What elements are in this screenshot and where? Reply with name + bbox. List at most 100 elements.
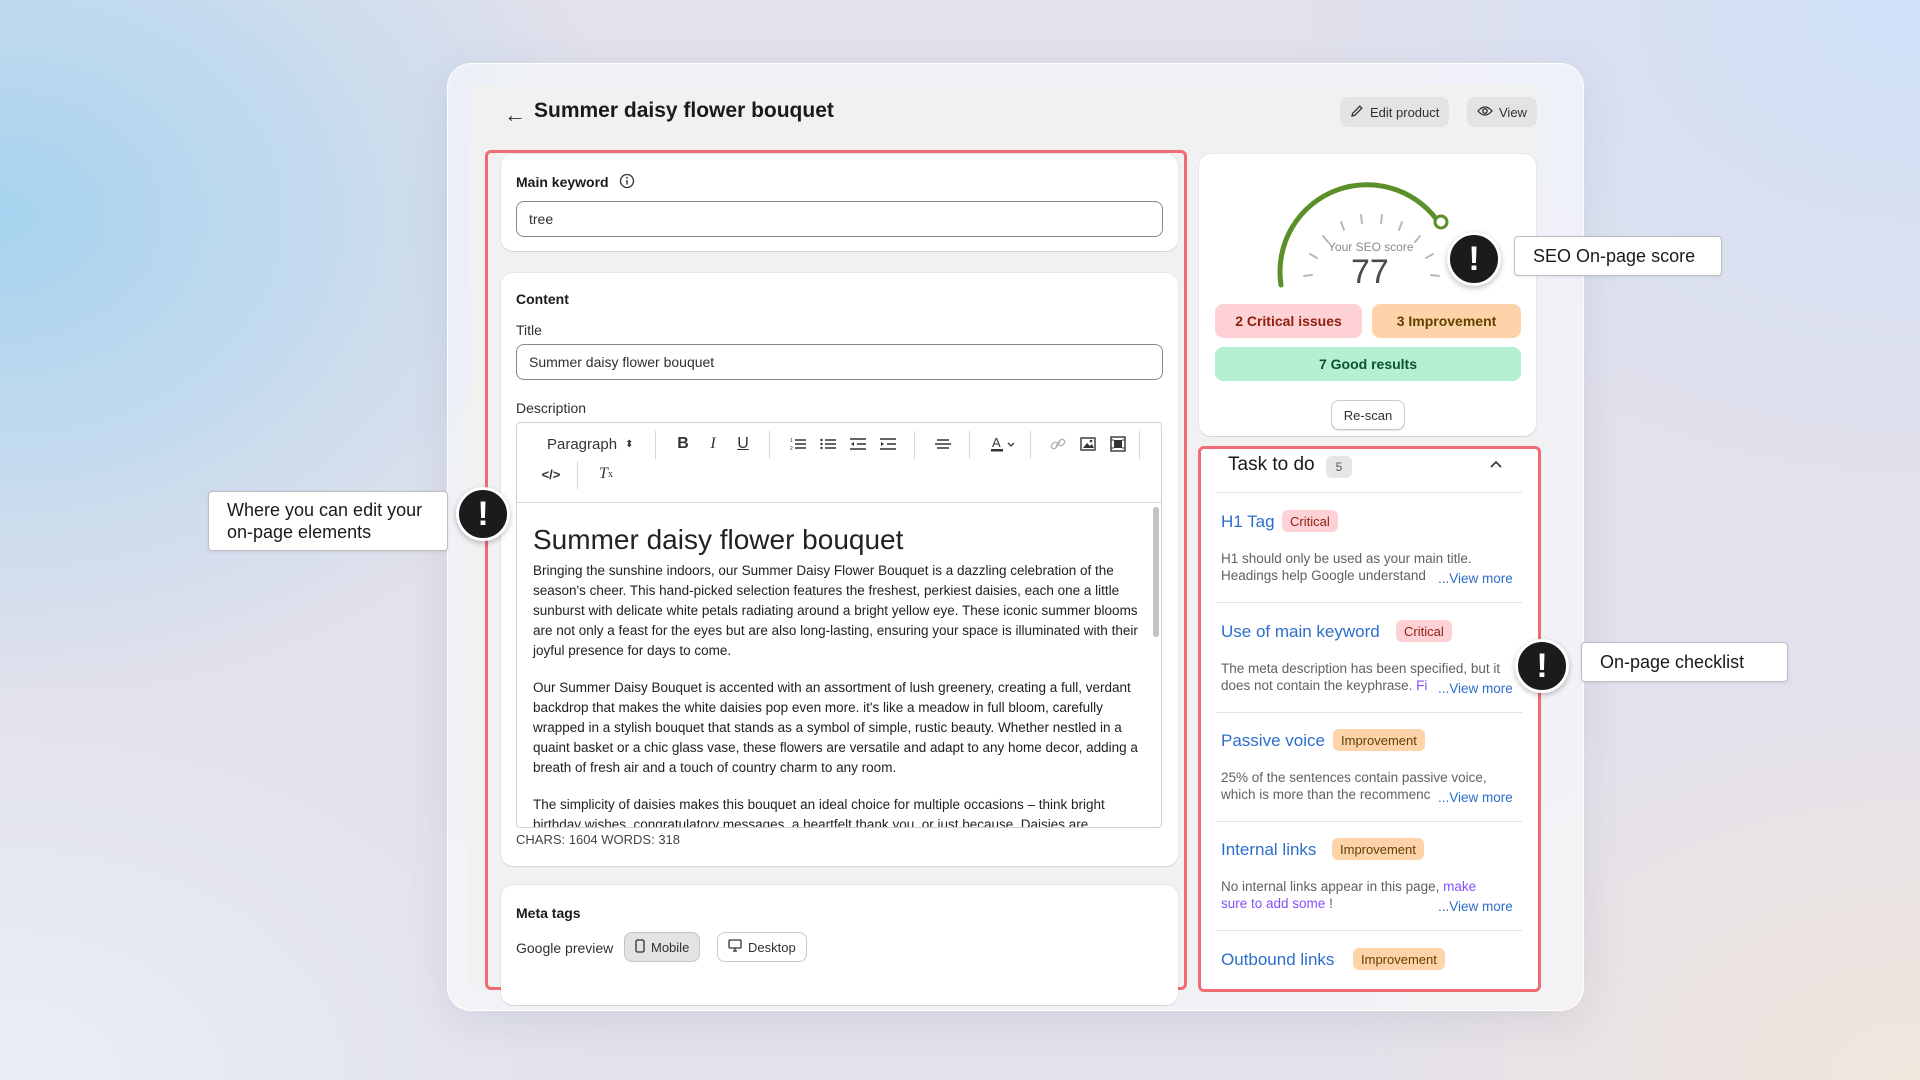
pencil-icon — [1350, 104, 1364, 121]
view-more-link[interactable]: ...View more — [1436, 899, 1513, 914]
improvement-badge: Improvement — [1332, 838, 1424, 860]
toolbar-divider — [655, 431, 656, 459]
rescan-button[interactable]: Re-scan — [1331, 400, 1405, 430]
exclamation-marker-icon: ! — [1515, 639, 1569, 693]
critical-badge: Critical — [1396, 620, 1452, 642]
view-button[interactable]: View — [1467, 97, 1537, 127]
task-count-badge: 5 — [1326, 456, 1352, 478]
toolbar-divider — [1139, 431, 1140, 459]
editor-paragraph: The simplicity of daisies makes this bou… — [533, 797, 1105, 828]
improvement-badge: Improvement — [1353, 948, 1445, 970]
main-keyword-label: Main keyword — [516, 174, 609, 190]
task-outbound-links[interactable]: Outbound links — [1221, 950, 1334, 970]
task-divider — [1215, 821, 1522, 822]
underline-icon[interactable]: U — [732, 433, 754, 455]
task-internal-links[interactable]: Internal links — [1221, 840, 1316, 860]
meta-tags-heading: Meta tags — [516, 905, 581, 921]
seo-score-value: 77 — [1351, 253, 1389, 291]
text-color-icon[interactable]: A — [987, 433, 1021, 455]
view-more-link[interactable]: ...View more — [1436, 571, 1513, 586]
chevron-up-icon[interactable] — [1489, 456, 1503, 474]
eye-icon — [1477, 105, 1493, 120]
task-divider — [1215, 602, 1522, 603]
toolbar-divider — [1030, 431, 1031, 459]
improvement-badge: Improvement — [1333, 729, 1425, 751]
task-passive-voice[interactable]: Passive voice — [1221, 731, 1325, 751]
svg-text:1: 1 — [790, 438, 793, 444]
task-desc-link[interactable]: make — [1443, 879, 1476, 894]
google-preview-label: Google preview — [516, 940, 614, 956]
task-use-of-main-keyword[interactable]: Use of main keyword — [1221, 622, 1380, 642]
title-label: Title — [516, 322, 542, 338]
align-icon[interactable] — [932, 433, 954, 455]
description-label: Description — [516, 400, 587, 416]
good-results-pill[interactable]: 7 Good results — [1215, 347, 1521, 381]
exclamation-marker-icon: ! — [1447, 232, 1501, 286]
clear-format-icon[interactable]: Tx — [595, 463, 617, 485]
task-divider — [1215, 930, 1522, 931]
arrow-left-icon[interactable]: ← — [504, 102, 526, 128]
critical-issues-pill[interactable]: 2 Critical issues — [1215, 304, 1362, 338]
task-desc-line: H1 should only be used as your main titl… — [1221, 551, 1472, 566]
task-list-title: Task to do — [1228, 454, 1315, 475]
task-desc-line: No internal links appear in this page, m… — [1221, 878, 1521, 895]
char-word-count: CHARS: 1604 WORDS: 318 — [516, 832, 681, 847]
editor-paragraph: Our Summer Daisy Bouquet is accented wit… — [533, 680, 1138, 775]
task-h1-tag[interactable]: H1 Tag — [1221, 512, 1275, 532]
paragraph-format-select[interactable]: Paragraph ⬍ — [547, 433, 633, 455]
mobile-label: Mobile — [651, 939, 690, 955]
info-icon[interactable] — [619, 173, 635, 194]
improvement-pill[interactable]: 3 Improvement — [1372, 304, 1521, 338]
callout-on-page-checklist: On-page checklist — [1581, 642, 1788, 682]
toolbar-divider — [769, 431, 770, 459]
italic-icon[interactable]: I — [702, 433, 724, 455]
page-title: Summer daisy flower bouquet — [534, 99, 834, 122]
callout-edit-elements: Where you can edit your on-page elements — [208, 491, 448, 551]
task-divider — [1215, 712, 1522, 713]
link-icon[interactable] — [1047, 433, 1069, 455]
view-more-link[interactable]: ...View more — [1436, 790, 1513, 805]
description-editor[interactable]: Paragraph ⬍ B I U 12 A </> T x Summer da… — [516, 422, 1162, 828]
editor-scrollbar[interactable] — [1153, 507, 1159, 637]
desktop-toggle-button[interactable]: Desktop — [717, 932, 807, 962]
callout-seo-score: SEO On-page score — [1514, 236, 1722, 276]
bullet-list-icon[interactable] — [817, 433, 839, 455]
task-desc-link[interactable]: Fi — [1416, 678, 1427, 693]
critical-badge: Critical — [1282, 510, 1338, 532]
updown-caret-icon: ⬍ — [625, 438, 634, 450]
ordered-list-icon[interactable]: 12 — [787, 433, 809, 455]
indent-icon[interactable] — [877, 433, 899, 455]
task-desc-text: ! — [1329, 896, 1333, 911]
mobile-toggle-button[interactable]: Mobile — [624, 932, 701, 962]
view-label: View — [1499, 104, 1527, 120]
video-icon[interactable] — [1107, 433, 1129, 455]
task-divider — [1215, 492, 1522, 493]
editor-toolbar: Paragraph ⬍ B I U 12 A </> T x — [517, 423, 1161, 503]
paragraph-format-label: Paragraph — [547, 435, 618, 453]
svg-text:A: A — [992, 435, 1001, 450]
desktop-label: Desktop — [748, 939, 796, 955]
outdent-icon[interactable] — [847, 433, 869, 455]
seo-score-label: Your SEO score — [1328, 240, 1414, 254]
toolbar-divider — [969, 431, 970, 459]
code-icon[interactable]: </> — [540, 463, 562, 485]
edit-product-button[interactable]: Edit product — [1340, 97, 1450, 127]
exclamation-marker-icon: ! — [456, 487, 510, 541]
content-heading: Content — [516, 291, 569, 307]
editor-paragraph: Bringing the sunshine indoors, our Summe… — [533, 563, 1138, 658]
title-input[interactable]: Summer daisy flower bouquet — [516, 344, 1163, 380]
task-desc-text: does not contain the keyphrase. — [1221, 678, 1413, 693]
task-desc-link[interactable]: sure to add some — [1221, 896, 1325, 911]
svg-text:2: 2 — [790, 446, 793, 451]
bold-icon[interactable]: B — [672, 433, 694, 455]
toolbar-divider — [914, 431, 915, 459]
main-keyword-input[interactable]: tree — [516, 201, 1163, 237]
desktop-icon — [728, 939, 742, 955]
editor-heading: Summer daisy flower bouquet — [533, 524, 904, 555]
task-desc-line: The meta description has been specified,… — [1221, 661, 1501, 676]
task-desc-text: No internal links appear in this page, — [1221, 879, 1440, 894]
view-more-link[interactable]: ...View more — [1436, 681, 1513, 696]
editor-content[interactable]: Summer daisy flower bouquet Bringing the… — [533, 523, 1143, 828]
image-icon[interactable] — [1077, 433, 1099, 455]
task-desc-line: 25% of the sentences contain passive voi… — [1221, 770, 1487, 785]
